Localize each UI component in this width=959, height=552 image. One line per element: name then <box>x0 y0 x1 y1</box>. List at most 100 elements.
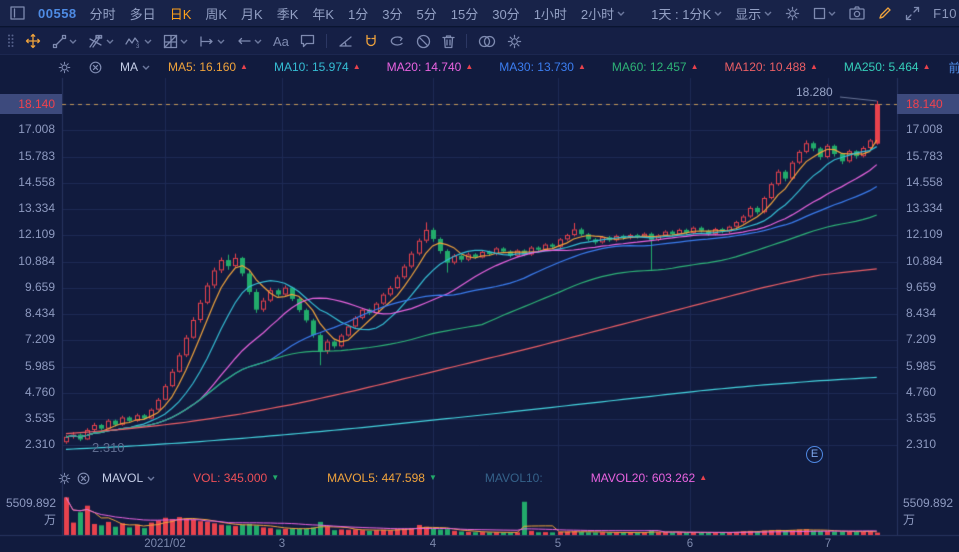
left-panel-toggle-icon[interactable] <box>10 6 25 20</box>
chevron-down-icon <box>714 11 722 16</box>
chart-style-icon <box>813 7 826 20</box>
chevron-down-icon <box>69 39 77 44</box>
settings-gear-icon[interactable] <box>785 6 800 21</box>
event-marker-icon[interactable]: E <box>806 446 823 463</box>
fullscreen-expand-icon[interactable] <box>905 6 920 21</box>
ma-label[interactable]: MA5: 16.160▲ <box>168 60 248 74</box>
chart-style-selector[interactable] <box>813 7 836 20</box>
indicator-name-dropdown[interactable]: MA <box>120 60 150 74</box>
date-tick: 2021/02 <box>144 538 186 550</box>
volume-scale-max-left: 5509.892 <box>0 496 56 510</box>
volume-indicator-dropdown[interactable]: MAVOL <box>102 471 155 485</box>
volume-settings-gear-icon[interactable] <box>58 472 71 485</box>
price-tick: 9.659 <box>906 280 936 294</box>
volume-close-icon[interactable] <box>77 472 90 485</box>
price-tick: 8.434 <box>906 306 936 320</box>
magnet-tool-icon[interactable] <box>364 34 378 49</box>
price-tick: 7.209 <box>0 332 55 346</box>
draw-pencil-icon[interactable] <box>878 6 892 20</box>
text-tool[interactable]: Aa <box>273 34 289 49</box>
f10-button[interactable]: F10 <box>933 6 957 21</box>
hide-drawings-icon[interactable] <box>416 34 431 49</box>
delete-drawings-trash-icon[interactable] <box>442 34 455 49</box>
tab-2小时[interactable]: 2小时 <box>581 4 625 23</box>
ma-label-text: MA30: 13.730 <box>499 60 574 74</box>
display-menu[interactable]: 显示 <box>735 4 772 23</box>
last-price-tag-left: 18.140 <box>0 94 62 114</box>
price-tick: 12.109 <box>906 227 943 241</box>
price-tick: 5.985 <box>0 359 55 373</box>
gann-box-tool[interactable] <box>163 34 188 49</box>
volume-scale-unit-left: 万 <box>0 511 56 528</box>
tab-年K[interactable]: 年K <box>312 4 334 23</box>
chevron-down-icon <box>142 65 150 70</box>
tab-30分[interactable]: 30分 <box>492 4 519 23</box>
price-tick: 3.535 <box>0 411 55 425</box>
volume-values: VOL: 345.000▼ MAVOL5: 447.598▼ MAVOL10: MAV… <box>193 471 707 485</box>
stock-code[interactable]: 00558 <box>38 6 77 21</box>
ma-label[interactable]: MA60: 12.457▲ <box>612 60 699 74</box>
tab-多日[interactable]: 多日 <box>130 4 156 23</box>
period-tabs: 分时多日日K 周K 月K 季K 年K 1分 3分 5分 15分 30分 1小时 2小时 <box>90 4 626 23</box>
elliott-wave-tool[interactable]: 3 <box>125 34 152 49</box>
price-tick: 15.783 <box>0 149 55 163</box>
screenshot-camera-icon[interactable] <box>849 6 865 20</box>
ma-label[interactable]: MA20: 14.740▲ <box>387 60 474 74</box>
extend-line-tool[interactable] <box>199 35 225 48</box>
price-tick: 9.659 <box>0 280 55 294</box>
arrow-tool[interactable] <box>236 35 262 47</box>
trend-up-icon: ▲ <box>353 63 361 71</box>
continuous-drawing-icon[interactable] <box>389 34 405 48</box>
vol-label-text: MAVOL20: 603.262 <box>591 471 696 485</box>
divider <box>466 34 467 48</box>
tab-分时[interactable]: 分时 <box>90 4 116 23</box>
indicator-close-icon[interactable] <box>89 61 102 74</box>
price-tick: 17.008 <box>0 122 55 136</box>
trend-up-icon: ▲ <box>240 63 248 71</box>
ma-label[interactable]: MA10: 15.974▲ <box>274 60 361 74</box>
price-tick: 8.434 <box>0 306 55 320</box>
ma-values: MA5: 16.160▲ MA10: 15.974▲ MA20: 14.740▲ MA… <box>168 60 931 74</box>
indicator-header: MA MA5: 16.160▲ MA10: 15.974▲ MA20: 14.740… <box>58 58 955 76</box>
vol-label[interactable]: VOL: 345.000▼ <box>193 471 279 485</box>
last-price-tag-right: 18.140 <box>897 94 959 114</box>
vol-label[interactable]: MAVOL5: 447.598▼ <box>327 471 437 485</box>
vol-label[interactable]: MAVOL10: <box>485 471 543 485</box>
interval-selector[interactable]: 1天 : 1分K <box>651 4 722 23</box>
comment-tool-icon[interactable] <box>300 34 315 48</box>
price-tick: 2.310 <box>0 437 55 451</box>
price-tick: 10.884 <box>0 254 55 268</box>
tab-5分[interactable]: 5分 <box>417 4 437 23</box>
price-tick: 7.209 <box>906 332 936 346</box>
date-tick: 4 <box>430 538 436 550</box>
trend-up-icon: ▲ <box>699 474 707 482</box>
price-tick: 5.985 <box>906 359 936 373</box>
angle-tool-icon[interactable] <box>338 35 353 48</box>
compare-overlay-icon[interactable] <box>478 35 496 48</box>
tab-3分[interactable]: 3分 <box>382 4 402 23</box>
tab-季K[interactable]: 季K <box>277 4 299 23</box>
indicator-settings-gear-icon[interactable] <box>58 61 71 74</box>
volume-scale-unit-right: 万 <box>903 511 915 528</box>
price-tick: 3.535 <box>906 411 936 425</box>
tab-周K[interactable]: 周K <box>205 4 227 23</box>
adjust-mode-button[interactable]: 前复权 <box>949 59 959 76</box>
trendline-tool[interactable] <box>52 34 77 49</box>
tab-1小时[interactable]: 1小时 <box>534 4 567 23</box>
ma-label[interactable]: MA250: 5.464▲ <box>844 60 931 74</box>
toolbar-settings-gear-icon[interactable] <box>507 34 522 49</box>
price-tick: 13.334 <box>0 201 55 215</box>
tab-月K[interactable]: 月K <box>241 4 263 23</box>
move-tool-icon[interactable] <box>25 33 41 49</box>
ma-label[interactable]: MA30: 13.730▲ <box>499 60 586 74</box>
tab-日K[interactable]: 日K <box>170 4 192 23</box>
ma-label[interactable]: MA120: 10.488▲ <box>725 60 818 74</box>
chevron-down-icon <box>147 476 155 481</box>
vol-label[interactable]: MAVOL20: 603.262▲ <box>591 471 707 485</box>
drag-grip-icon[interactable] <box>7 33 14 49</box>
tab-15分[interactable]: 15分 <box>451 4 478 23</box>
vol-label-text: VOL: 345.000 <box>193 471 267 485</box>
tab-1分[interactable]: 1分 <box>348 4 368 23</box>
pitchfork-tool[interactable] <box>88 34 114 49</box>
divider <box>326 34 327 48</box>
